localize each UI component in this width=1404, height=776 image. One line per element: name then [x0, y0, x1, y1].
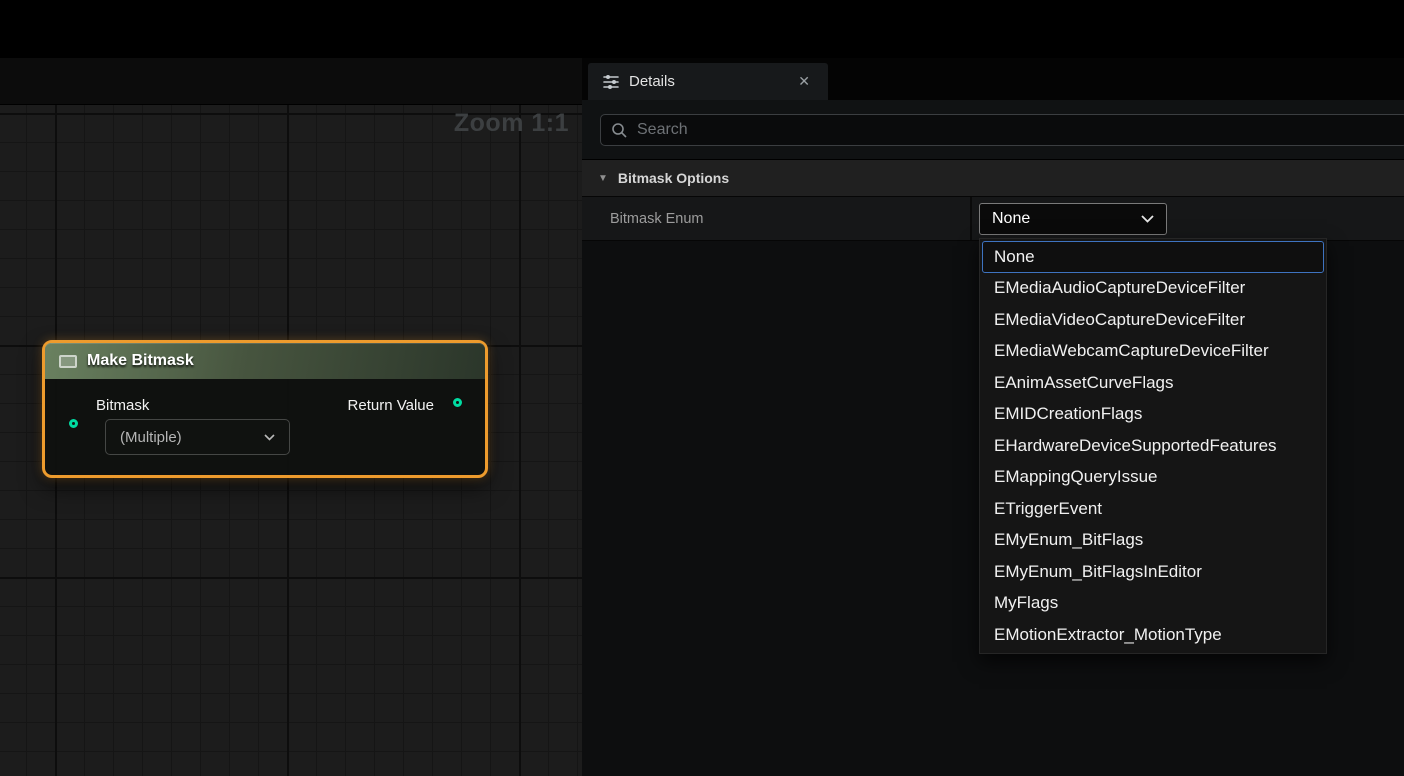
enum-value-dropdown[interactable]: (Multiple) [105, 419, 290, 455]
combobox-chevron-icon [1141, 215, 1154, 223]
enum-menu-item[interactable]: EMediaVideoCaptureDeviceFilter [982, 304, 1324, 336]
top-toolbar [0, 0, 1404, 58]
enum-menu-item[interactable]: ETriggerEvent [982, 493, 1324, 525]
blueprint-node-make-bitmask[interactable]: Make Bitmask Bitmask (Multiple) Return V… [42, 340, 488, 478]
app-window: Zoom 1:1 Make Bitmask Bitmask (Multiple)… [0, 0, 1404, 776]
search-input[interactable] [637, 121, 1397, 139]
enum-menu-item[interactable]: EMediaWebcamCaptureDeviceFilter [982, 336, 1324, 368]
input-pin[interactable] [69, 419, 78, 428]
enum-menu-item[interactable]: EMappingQueryIssue [982, 462, 1324, 494]
details-tab[interactable]: Details ✕ [588, 63, 828, 100]
enum-menu-item[interactable]: MyFlags [982, 588, 1324, 620]
enum-menu-item[interactable]: None [982, 241, 1324, 273]
zoom-indicator: Zoom 1:1 [454, 109, 569, 138]
output-pin-label: Return Value [348, 397, 434, 414]
graph-grid[interactable]: Zoom 1:1 Make Bitmask Bitmask (Multiple)… [0, 105, 582, 776]
property-divider[interactable] [970, 197, 972, 240]
output-pin[interactable] [453, 398, 462, 407]
section-collapse-icon[interactable]: ▼ [598, 173, 608, 184]
search-icon [611, 122, 628, 139]
enum-menu-item[interactable]: EMediaAudioCaptureDeviceFilter [982, 273, 1324, 305]
input-pin-label: Bitmask [96, 397, 149, 414]
node-title: Make Bitmask [87, 352, 194, 370]
enum-menu-item[interactable]: EMotionExtractor_MotionType [982, 619, 1324, 651]
enum-menu-item[interactable]: EAnimAssetCurveFlags [982, 367, 1324, 399]
section-title: Bitmask Options [618, 170, 729, 186]
enum-dropdown-menu: NoneEMediaAudioCaptureDeviceFilterEMedia… [979, 238, 1327, 654]
tab-close-icon[interactable]: ✕ [794, 71, 814, 92]
node-header[interactable]: Make Bitmask [45, 343, 485, 379]
property-row-bitmask-enum: Bitmask Enum None [582, 197, 1404, 241]
combobox-value: None [992, 210, 1030, 228]
details-tab-icon [602, 73, 620, 91]
bitmask-enum-combobox[interactable]: None [979, 203, 1167, 235]
graph-canvas[interactable]: Zoom 1:1 Make Bitmask Bitmask (Multiple)… [0, 58, 582, 776]
details-panel: Details ✕ ▼ Bitmask Options Bitmask Enum… [582, 58, 1404, 776]
details-tab-bar: Details ✕ [582, 58, 1404, 100]
chevron-down-icon [264, 434, 275, 441]
search-box[interactable] [600, 114, 1404, 146]
graph-header-strip [0, 58, 582, 105]
property-label: Bitmask Enum [610, 211, 703, 227]
enum-value-text: (Multiple) [120, 429, 182, 446]
enum-menu-item[interactable]: EMyEnum_BitFlags [982, 525, 1324, 557]
details-tab-label: Details [629, 73, 675, 90]
enum-menu-item[interactable]: EMIDCreationFlags [982, 399, 1324, 431]
enum-menu-item[interactable]: EHardwareDeviceSupportedFeatures [982, 430, 1324, 462]
search-bar-row [582, 100, 1404, 160]
section-bitmask-options[interactable]: ▼ Bitmask Options [582, 160, 1404, 197]
enum-menu-item[interactable]: EMyEnum_BitFlagsInEditor [982, 556, 1324, 588]
struct-icon [59, 355, 77, 368]
